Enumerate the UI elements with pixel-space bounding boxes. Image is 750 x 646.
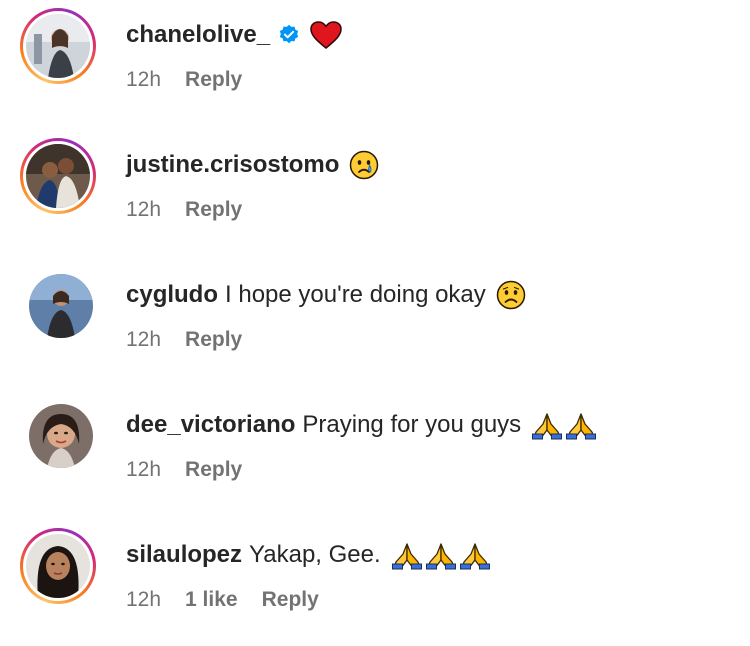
comment-username[interactable]: chanelolive_ <box>126 20 270 50</box>
comment-username[interactable]: dee_victoriano <box>126 410 295 440</box>
comment-username[interactable]: silaulopez <box>126 540 242 570</box>
reply-button[interactable]: Reply <box>185 198 242 222</box>
comment-time: 12h <box>126 588 162 611</box>
comment-item: silaulopez Yakap, Gee. 12h 1 like Reply <box>20 528 740 628</box>
story-ring[interactable] <box>20 138 96 214</box>
comment-time: 12h <box>126 458 162 481</box>
folded-hands-icon <box>565 410 597 440</box>
folded-hands-icon <box>391 540 423 570</box>
comment-username[interactable]: cygludo <box>126 280 218 310</box>
avatar[interactable] <box>29 274 93 338</box>
sad-face-icon <box>496 280 526 310</box>
story-ring[interactable] <box>20 8 96 84</box>
avatar[interactable] <box>26 144 90 208</box>
comment-item: chanelolive_ 12h Reply <box>20 8 740 108</box>
comments-list: chanelolive_ 12h Reply justine.crisostom… <box>0 0 750 646</box>
folded-hands-icon <box>425 540 457 570</box>
folded-hands-icon <box>459 540 491 570</box>
comment-item: cygludo I hope you're doing okay 12h Rep… <box>20 268 740 368</box>
comment-username[interactable]: justine.crisostomo <box>126 150 339 180</box>
comment-text: I hope you're doing okay <box>225 281 486 308</box>
reply-button[interactable]: Reply <box>185 328 242 352</box>
comment-time: 12h <box>126 328 162 351</box>
red-heart-icon <box>310 21 342 49</box>
story-ring[interactable] <box>20 528 96 604</box>
avatar[interactable] <box>26 14 90 78</box>
reply-button[interactable]: Reply <box>185 68 242 92</box>
comment-item: justine.crisostomo 12h Reply <box>20 138 740 238</box>
verified-badge-icon <box>278 24 300 46</box>
comment-text: Yakap, Gee. <box>249 541 381 568</box>
reply-button[interactable]: Reply <box>185 458 242 482</box>
avatar[interactable] <box>29 404 93 468</box>
like-count[interactable]: 1 like <box>185 588 238 612</box>
comment-time: 12h <box>126 68 162 91</box>
folded-hands-icon <box>531 410 563 440</box>
reply-button[interactable]: Reply <box>262 588 319 612</box>
avatar[interactable] <box>26 534 90 598</box>
comment-time: 12h <box>126 198 162 221</box>
comment-text: Praying for you guys <box>302 411 522 438</box>
comment-item: dee_victoriano Praying for you guys 12h … <box>20 398 740 498</box>
crying-face-icon <box>349 150 379 180</box>
